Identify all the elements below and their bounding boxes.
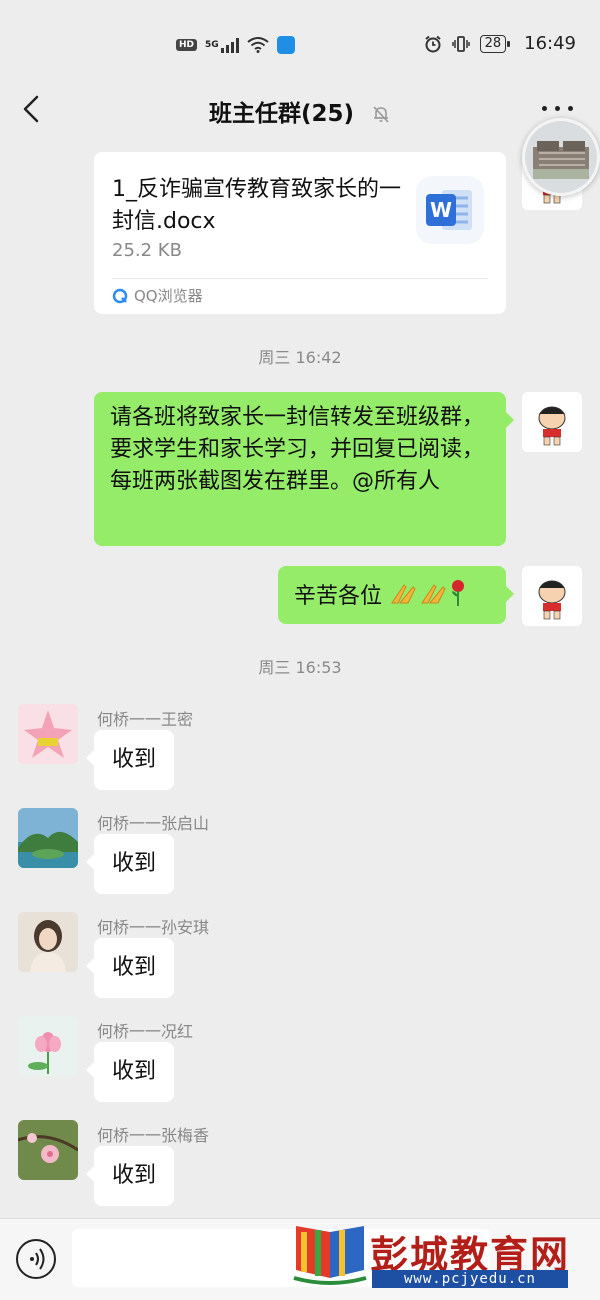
status-bar: HD 5G 28 16:49 xyxy=(0,0,600,82)
sender-name: 何桥一一王密 xyxy=(97,710,194,729)
crayon-shin-chan-icon xyxy=(522,566,582,626)
received-message-text: 收到 xyxy=(112,1059,157,1084)
status-time: 16:49 xyxy=(524,33,576,54)
svg-text:W: W xyxy=(430,198,452,222)
file-card-divider xyxy=(112,278,488,279)
voice-input-button[interactable] xyxy=(16,1239,56,1279)
status-right: 28 16:49 xyxy=(424,33,576,54)
timestamp: 周三 16:53 xyxy=(258,658,342,677)
pray-hands-emoji-icon xyxy=(421,584,446,604)
portrait-avatar-icon xyxy=(18,912,78,972)
sent-message-text: 辛苦各位 xyxy=(294,584,383,609)
floating-window-thumbnail[interactable] xyxy=(522,118,600,196)
sender-name: 何桥一一张启山 xyxy=(97,814,210,833)
vibrate-icon xyxy=(451,35,470,52)
timestamp: 周三 16:42 xyxy=(258,348,342,367)
member-avatar[interactable] xyxy=(18,704,78,764)
member-avatar[interactable] xyxy=(18,1120,78,1180)
received-message-bubble[interactable]: 收到 xyxy=(85,938,175,998)
signal-icon xyxy=(220,37,239,53)
received-message-bubble[interactable]: 收到 xyxy=(85,1042,175,1102)
received-message-bubble[interactable]: 收到 xyxy=(85,834,175,894)
pray-hands-emoji-icon xyxy=(391,584,416,604)
cloud-app-icon xyxy=(276,36,295,54)
self-avatar[interactable] xyxy=(522,566,582,626)
qq-browser-icon xyxy=(112,288,128,303)
sender-name: 何桥一一张梅香 xyxy=(97,1126,210,1145)
received-message-text: 收到 xyxy=(112,1163,157,1188)
book-logo-icon xyxy=(293,1226,367,1285)
network-gen: 5G xyxy=(205,40,219,50)
file-size: 25.2 KB xyxy=(112,240,182,261)
sender-name: 何桥一一况红 xyxy=(97,1022,194,1041)
rose-emoji-icon xyxy=(452,580,465,606)
watermark-logo: 彭城教育网 www.pcjyedu.cn xyxy=(292,1222,592,1292)
member-avatar[interactable] xyxy=(18,912,78,972)
voice-icon xyxy=(30,1248,45,1270)
lotus-avatar-icon xyxy=(18,1016,78,1076)
member-avatar[interactable] xyxy=(18,1016,78,1076)
battery-indicator: 28 xyxy=(479,34,510,53)
member-avatar[interactable] xyxy=(18,808,78,868)
received-message-text: 收到 xyxy=(112,747,157,772)
chat-title: 班主任群(25) xyxy=(208,101,354,127)
chat-title-wrap: 班主任群(25) xyxy=(0,94,600,128)
chat-header: 班主任群(25) xyxy=(0,82,600,138)
sender-name: 何桥一一孙安琪 xyxy=(97,918,210,937)
file-source-app: QQ浏览器 xyxy=(134,287,203,305)
building-photo-icon xyxy=(525,121,597,193)
crayon-shin-chan-icon xyxy=(522,392,582,452)
self-avatar[interactable] xyxy=(522,392,582,452)
sent-message-bubble[interactable]: 请各班将致家长一封信转发至班级群，要求学生和家长学习，并回复已阅读，每班两张截图… xyxy=(94,392,514,546)
received-message-bubble[interactable]: 收到 xyxy=(85,1146,175,1206)
received-message-bubble[interactable]: 收到 xyxy=(85,730,175,790)
wifi-icon xyxy=(247,37,269,53)
patrick-star-avatar-icon xyxy=(18,704,78,764)
peach-blossom-avatar-icon xyxy=(18,1120,78,1180)
landscape-avatar-icon xyxy=(18,808,78,868)
hd-badge: HD xyxy=(176,39,198,51)
file-name: 1_反诈骗宣传教育致家长的一封信.docx xyxy=(112,177,401,234)
file-message-card[interactable]: 1_反诈骗宣传教育致家长的一封信.docx 25.2 KB W QQ浏览器 xyxy=(94,152,506,314)
status-left: HD 5G xyxy=(176,36,295,54)
watermark-url: www.pcjyedu.cn xyxy=(372,1270,568,1288)
more-options-icon[interactable] xyxy=(542,98,574,118)
sent-message-text: 请各班将致家长一封信转发至班级群，要求学生和家长学习，并回复已阅读，每班两张截图… xyxy=(110,405,485,494)
received-message-text: 收到 xyxy=(112,851,157,876)
file-source: QQ浏览器 xyxy=(112,285,203,306)
received-message-text: 收到 xyxy=(112,955,157,980)
alarm-icon xyxy=(424,35,441,52)
word-document-icon: W xyxy=(416,176,484,244)
sent-message-bubble[interactable]: 辛苦各位 xyxy=(278,566,514,624)
mute-bell-icon xyxy=(373,106,389,123)
